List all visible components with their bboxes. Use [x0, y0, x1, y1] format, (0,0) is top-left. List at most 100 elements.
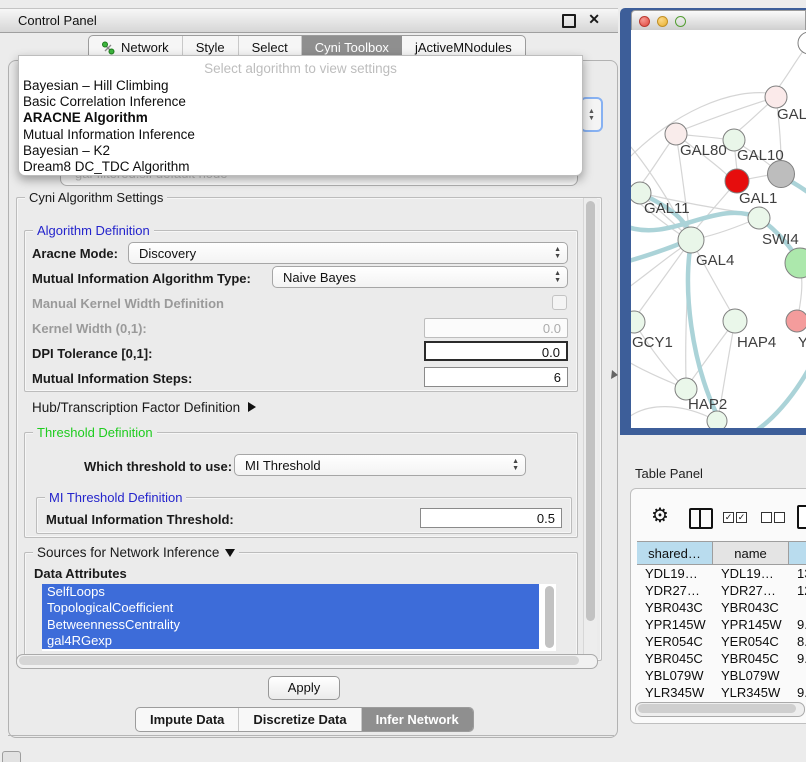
settings-scrollbar-thumb[interactable] [586, 201, 595, 621]
node-bottom [707, 411, 727, 428]
algorithm-combo-stepper[interactable]: ▲▼ [580, 97, 603, 132]
dropdown-item-aracne[interactable]: ARACNE Algorithm [19, 110, 582, 126]
table-row[interactable]: YDR27…YDR27…12 [637, 582, 806, 599]
settings-hscrollbar-thumb[interactable] [19, 656, 579, 665]
node-gal-cut [765, 86, 787, 108]
hub-definition-toggle[interactable]: Hub/Transcription Factor Definition [32, 400, 256, 415]
node-swi4 [748, 207, 770, 229]
node-green-large [785, 248, 806, 278]
data-attributes-label: Data Attributes [34, 566, 127, 581]
screen: Control Panel ✕ Network Style Select Cyn… [0, 0, 806, 762]
table-panel-title: Table Panel [635, 466, 703, 481]
node-label: GAL10 [737, 147, 784, 164]
table-row[interactable]: YPR145WYPR145W9. [637, 616, 806, 633]
node-gray [768, 161, 795, 188]
node-labels: GAL GAL80 GAL10 GAL1 GAL11 SWI4 GAL4 GCY… [632, 106, 806, 413]
unchecked-checkbox-icon[interactable] [761, 512, 772, 523]
list-item[interactable]: TopologicalCoefficient [42, 600, 539, 616]
node-label: HAP4 [737, 334, 776, 351]
threshold-definition-title: Threshold Definition [33, 425, 157, 440]
data-attributes-list[interactable]: SelfLoops TopologicalCoefficient Between… [42, 584, 556, 651]
list-item[interactable]: gal4RGexp [42, 633, 539, 649]
control-panel-titlebar: Control Panel ✕ [0, 8, 618, 33]
table-row[interactable]: YBL079WYBL079W [637, 667, 806, 684]
mi-type-combo[interactable]: Naive Bayes ▲▼ [272, 266, 568, 288]
dropdown-item-bayesian-hill-climbing[interactable]: Bayesian – Hill Climbing [19, 78, 582, 94]
node-label: GAL1 [739, 190, 777, 207]
node-label: GAL [777, 106, 806, 123]
dpi-tolerance-input[interactable]: 0.0 [424, 341, 568, 361]
node-label: SWI4 [762, 231, 799, 248]
network-view-window[interactable]: GAL GAL80 GAL10 GAL1 GAL11 SWI4 GAL4 GCY… [620, 8, 806, 435]
node-label: Y [798, 334, 806, 351]
mi-type-label: Mutual Information Algorithm Type: [32, 271, 251, 286]
attributes-scrollbar[interactable] [543, 585, 556, 650]
dropdown-item-bayesian-k2[interactable]: Bayesian – K2 [19, 143, 582, 159]
mi-steps-input[interactable]: 6 [424, 367, 568, 387]
network-icon [102, 41, 115, 55]
table-row[interactable]: YBR043CYBR043C [637, 599, 806, 616]
panel-bottom-border [8, 735, 614, 736]
attributes-scrollbar-thumb[interactable] [545, 586, 554, 648]
table-horizontal-scrollbar[interactable] [635, 702, 805, 717]
which-threshold-combo[interactable]: MI Threshold ▲▼ [234, 454, 526, 476]
zoom-traffic-light-icon[interactable] [675, 16, 686, 27]
float-window-icon[interactable] [562, 14, 576, 28]
expanded-arrow-icon [225, 549, 235, 557]
algorithm-dropdown-popup: Select algorithm to view settings Bayesi… [18, 55, 583, 176]
tab-network-label: Network [121, 40, 169, 55]
close-traffic-light-icon[interactable] [639, 16, 650, 27]
list-item[interactable]: SelfLoops [42, 584, 539, 600]
cyni-bottom-tabbar: Impute Data Discretize Data Infer Networ… [135, 707, 474, 732]
tab-infer-network[interactable]: Infer Network [362, 708, 473, 731]
combo-arrows-icon: ▲▼ [554, 270, 561, 284]
table-row[interactable]: YDL19…YDL19…13 [637, 565, 806, 582]
table-row[interactable]: YLR345WYLR345W9. [637, 684, 806, 701]
tab-impute-data[interactable]: Impute Data [136, 708, 239, 731]
column-header-name[interactable]: name [713, 542, 789, 564]
node-label: GCY1 [632, 334, 673, 351]
settings-vertical-scrollbar[interactable] [583, 198, 597, 656]
mi-steps-label: Mutual Information Steps: [32, 371, 192, 386]
dropdown-item-dream8[interactable]: Dream8 DC_TDC Algorithm [19, 159, 582, 175]
checked-checkbox-icon[interactable]: ✓ [736, 512, 747, 523]
checked-checkbox-icon[interactable]: ✓ [723, 512, 734, 523]
apply-button[interactable]: Apply [268, 676, 340, 700]
list-item[interactable]: BetweennessCentrality [42, 617, 539, 633]
close-icon[interactable]: ✕ [588, 11, 600, 28]
corner-chip[interactable] [2, 751, 21, 762]
column-header-shared[interactable]: shared… [637, 542, 713, 564]
node-salmon [786, 310, 806, 332]
sources-title[interactable]: Sources for Network Inference [33, 545, 239, 560]
mouse-cursor [610, 369, 620, 381]
combo-arrows-icon: ▲▼ [512, 458, 519, 472]
node-label: GAL4 [696, 252, 734, 269]
table-row[interactable]: YER054CYER054C8. [637, 633, 806, 650]
dpi-tolerance-label: DPI Tolerance [0,1]: [32, 346, 152, 361]
manual-kernel-checkbox[interactable] [552, 295, 567, 310]
dropdown-item-mutual-information[interactable]: Mutual Information Inference [19, 127, 582, 143]
mi-threshold-input[interactable]: 0.5 [420, 508, 562, 528]
dropdown-item-basic-correlation[interactable]: Basic Correlation Inference [19, 94, 582, 110]
settings-horizontal-scrollbar[interactable] [16, 654, 598, 669]
network-canvas[interactable]: GAL GAL80 GAL10 GAL1 GAL11 SWI4 GAL4 GCY… [631, 30, 806, 428]
node-label: GAL11 [644, 200, 690, 217]
gear-icon[interactable]: ⚙ [651, 506, 669, 526]
algorithm-definition-title: Algorithm Definition [33, 223, 154, 238]
unchecked-checkbox-icon[interactable] [774, 512, 785, 523]
node [798, 32, 806, 54]
table-row[interactable]: YBR045CYBR045C9. [637, 650, 806, 667]
split-columns-icon[interactable] [689, 508, 713, 529]
new-table-icon[interactable] [797, 505, 806, 529]
column-header-cut[interactable]: A [789, 542, 806, 564]
node-label: HAP2 [688, 396, 727, 413]
manual-kernel-label: Manual Kernel Width Definition [32, 296, 224, 311]
table-hscrollbar-thumb[interactable] [638, 704, 796, 713]
kernel-width-input[interactable]: 0.0 [424, 318, 568, 338]
aracne-mode-combo[interactable]: Discovery ▲▼ [128, 242, 568, 264]
network-window-titlebar[interactable] [631, 10, 806, 31]
aracne-mode-label: Aracne Mode: [32, 246, 118, 261]
tab-discretize-data[interactable]: Discretize Data [239, 708, 361, 731]
node-gal4 [678, 227, 704, 253]
minimize-traffic-light-icon[interactable] [657, 16, 668, 27]
